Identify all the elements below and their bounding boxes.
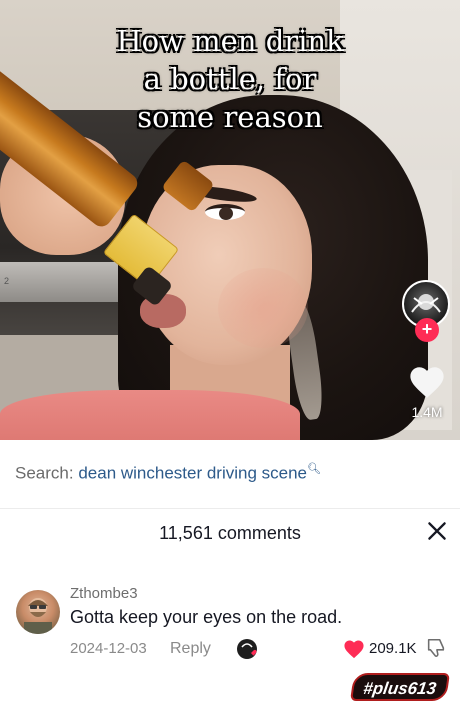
video-caption: How men drink a bottle, for some reason — [0, 22, 460, 136]
comment-like-count: 209.1K — [369, 640, 417, 657]
person-shirt — [0, 390, 300, 440]
divider — [0, 508, 460, 509]
search-query-link[interactable]: dean winchester driving scene — [78, 464, 307, 483]
watermark-logo: #plus613 — [350, 673, 450, 701]
dislike-icon[interactable] — [425, 637, 447, 659]
caption-line: How men drink — [116, 24, 344, 58]
caption-line: some reason — [137, 100, 323, 134]
person-iris — [219, 207, 233, 220]
comment-text: Gotta keep your eyes on the road. — [70, 607, 343, 627]
search-icon: 🔍︎ — [307, 463, 321, 475]
search-suggestion-bar[interactable]: Search: dean winchester driving scene🔍︎ — [0, 440, 460, 512]
reply-button[interactable]: Reply — [170, 640, 211, 658]
heart-icon[interactable] — [343, 639, 365, 659]
microwave-label: 2 — [4, 276, 10, 286]
video-player[interactable]: 2 How men drink a bottle, for some reaso… — [0, 0, 460, 440]
comments-count-header: 11,561 comments — [159, 523, 301, 543]
avatar[interactable] — [16, 590, 60, 634]
comment-date: 2024-12-03 — [70, 640, 147, 657]
comment-username[interactable]: Zthombe3 — [70, 585, 138, 602]
close-icon[interactable] — [424, 518, 450, 544]
person-cheek — [218, 268, 308, 348]
video-like-count: 1.4M — [411, 404, 443, 420]
avatar-image — [24, 598, 52, 634]
search-prefix: Search: — [15, 463, 74, 483]
follow-plus-icon[interactable]: + — [415, 318, 439, 342]
heart-icon[interactable] — [408, 364, 446, 400]
creator-liked-icon — [237, 639, 257, 659]
caption-line: a bottle, for — [143, 62, 317, 96]
